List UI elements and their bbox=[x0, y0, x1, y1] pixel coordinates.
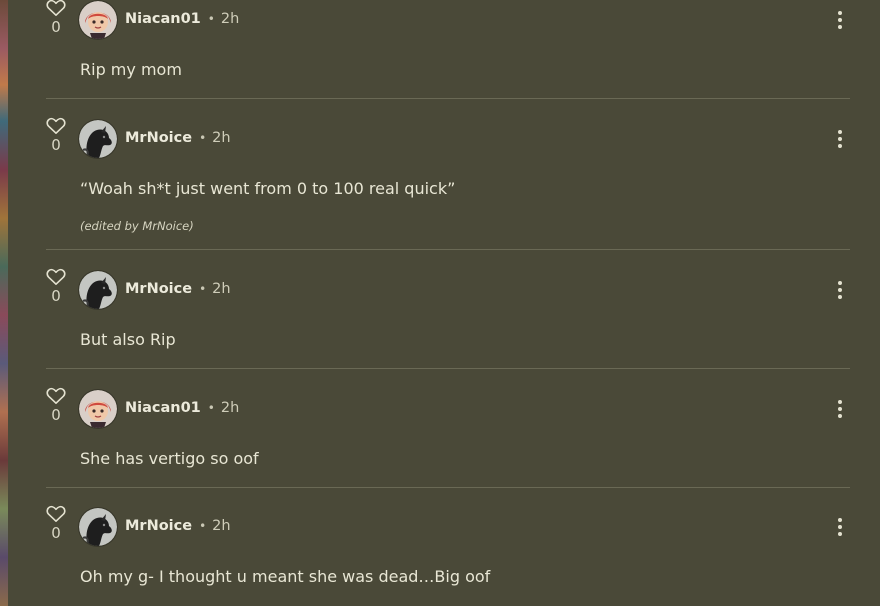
comment-meta: MrNoice • 2h bbox=[125, 279, 231, 299]
comment: 0 MrNoice • 2h But also Rip bbox=[46, 250, 850, 369]
comment-body: Rip my mom bbox=[80, 60, 182, 79]
comment-meta: MrNoice • 2h bbox=[125, 128, 231, 148]
comment-meta: Niacan01 • 2h bbox=[125, 9, 239, 29]
comment: 0 Niacan01 • 2h Rip my mom bbox=[46, 0, 850, 99]
more-options-icon[interactable] bbox=[834, 279, 846, 301]
comment-thread: 0 Niacan01 • 2h Rip my mom 0 MrNoice • 2… bbox=[8, 0, 880, 606]
like-count: 0 bbox=[51, 136, 61, 154]
meta-separator: • bbox=[199, 282, 207, 296]
user-avatar[interactable] bbox=[79, 271, 117, 309]
timestamp: 2h bbox=[212, 518, 231, 534]
heart-icon[interactable] bbox=[46, 268, 66, 286]
comment-meta: Niacan01 • 2h bbox=[125, 398, 239, 418]
like-count: 0 bbox=[51, 287, 61, 305]
like-control: 0 bbox=[46, 505, 66, 542]
comment-body: “Woah sh*t just went from 0 to 100 real … bbox=[80, 179, 456, 198]
username[interactable]: MrNoice bbox=[125, 130, 192, 146]
heart-icon[interactable] bbox=[46, 0, 66, 17]
like-control: 0 bbox=[46, 117, 66, 154]
like-control: 0 bbox=[46, 0, 66, 36]
background-image-strip bbox=[0, 0, 8, 606]
username[interactable]: Niacan01 bbox=[125, 11, 201, 27]
more-options-icon[interactable] bbox=[834, 9, 846, 31]
heart-icon[interactable] bbox=[46, 387, 66, 405]
comment-body: But also Rip bbox=[80, 330, 176, 349]
timestamp: 2h bbox=[220, 11, 240, 27]
comment-body: Oh my g- I thought u meant she was dead…… bbox=[80, 567, 491, 586]
meta-separator: • bbox=[207, 12, 215, 26]
heart-icon[interactable] bbox=[46, 505, 66, 523]
timestamp: 2h bbox=[220, 400, 240, 416]
username[interactable]: MrNoice bbox=[125, 518, 192, 534]
timestamp: 2h bbox=[212, 130, 231, 146]
user-avatar[interactable] bbox=[79, 1, 117, 39]
comment: 0 MrNoice • 2h “Woah sh*t just went from 0… bbox=[46, 99, 850, 250]
comment: 0 MrNoice • 2h Oh my g- I thought u meant … bbox=[46, 488, 850, 606]
more-options-icon[interactable] bbox=[834, 516, 846, 538]
like-control: 0 bbox=[46, 268, 66, 305]
comment: 0 Niacan01 • 2h She has vertigo so oof bbox=[46, 369, 850, 488]
like-control: 0 bbox=[46, 387, 66, 424]
like-count: 0 bbox=[51, 524, 61, 542]
like-count: 0 bbox=[51, 406, 61, 424]
user-avatar[interactable] bbox=[79, 390, 117, 428]
heart-icon[interactable] bbox=[46, 117, 66, 135]
user-avatar[interactable] bbox=[79, 120, 117, 158]
edited-note: (edited by MrNoice) bbox=[80, 219, 194, 233]
timestamp: 2h bbox=[212, 281, 231, 297]
meta-separator: • bbox=[199, 519, 207, 533]
meta-separator: • bbox=[199, 131, 207, 145]
like-count: 0 bbox=[51, 18, 61, 36]
comment-body: She has vertigo so oof bbox=[80, 449, 259, 468]
user-avatar[interactable] bbox=[79, 508, 117, 546]
comment-meta: MrNoice • 2h bbox=[125, 516, 231, 536]
username[interactable]: Niacan01 bbox=[125, 400, 201, 416]
username[interactable]: MrNoice bbox=[125, 281, 192, 297]
more-options-icon[interactable] bbox=[834, 128, 846, 150]
meta-separator: • bbox=[207, 401, 215, 415]
more-options-icon[interactable] bbox=[834, 398, 846, 420]
